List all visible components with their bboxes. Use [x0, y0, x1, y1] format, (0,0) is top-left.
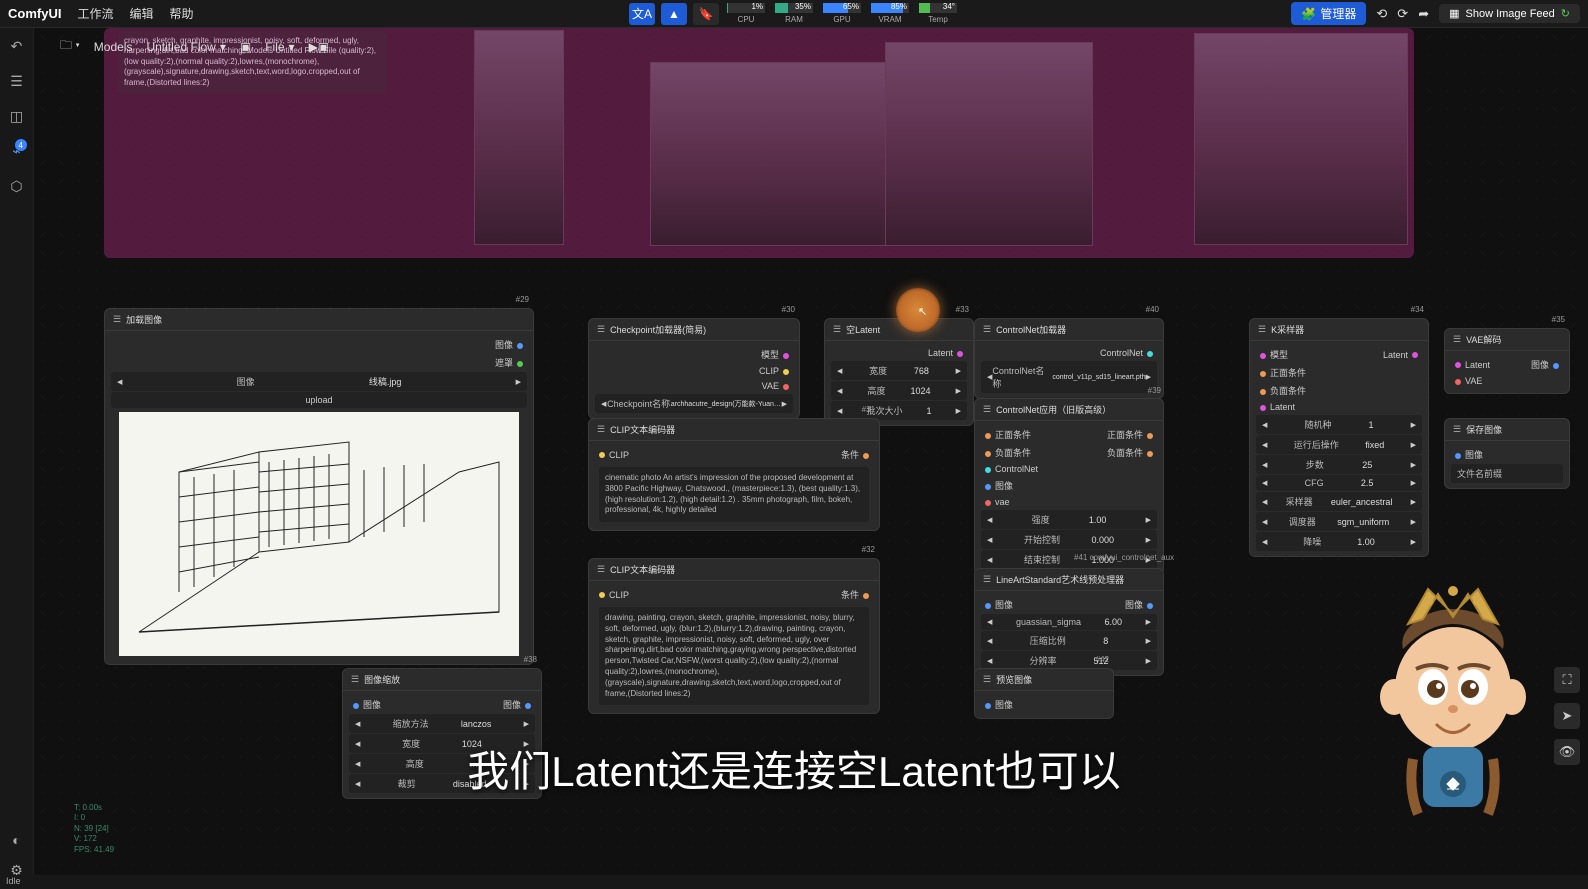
fullscreen-button[interactable]: ⛶	[1554, 667, 1580, 693]
list-icon[interactable]: ☰	[10, 73, 23, 90]
sigma-input[interactable]: ◀guassian_sigma6.00▶	[981, 614, 1157, 630]
app-brand: ComfyUI	[8, 6, 61, 21]
gpu-stat: 65% GPU	[821, 3, 863, 24]
prefix-input[interactable]: 文件名前缀	[1451, 464, 1563, 483]
run-button[interactable]: ▶▣	[309, 40, 330, 54]
node-vae-decode[interactable]: #35 ☰VAE解码 Latent图像 VAE	[1444, 328, 1570, 394]
node-load-image[interactable]: #29 ☰加载图像 图像 遮罩 ◀图像线稿.jpg▶ upload	[104, 308, 534, 665]
nodes-icon[interactable]: ⬡	[10, 178, 22, 195]
flow-name[interactable]: Untitled Flow ▾	[146, 40, 225, 54]
thumb-2[interactable]	[650, 62, 900, 246]
start-input[interactable]: ◀开始控制0.000▶	[981, 530, 1157, 549]
checkpoint-select[interactable]: ◀Checkpoint名称archhacutre_design(万能款-Yuan…	[595, 394, 793, 413]
node-lineart-preprocessor[interactable]: ☰LineArtStandard艺术线预处理器 图像图像 ◀guassian_s…	[974, 568, 1164, 676]
node-tag: #39	[1148, 386, 1161, 395]
manager-button[interactable]: 🧩 管理器	[1291, 2, 1366, 25]
upload-button[interactable]: upload	[111, 392, 527, 408]
vram-stat: 85% VRAM	[869, 3, 911, 24]
menu-edit[interactable]: 编辑	[129, 5, 153, 22]
undo-icon[interactable]: ↶	[11, 38, 23, 55]
theme-icon[interactable]: ◐	[12, 832, 20, 848]
strength-input[interactable]: ◀强度1.00▶	[981, 510, 1157, 529]
node-clip-positive[interactable]: #31 ☰CLIP文本编码器 CLIP条件 cinematic photo An…	[588, 418, 880, 531]
node-tag: #32	[862, 545, 875, 554]
sampler-select[interactable]: ◀采样器euler_ancestral▶	[1256, 492, 1422, 511]
top-group: crayon, sketch, graphite, impressionist,…	[104, 28, 1414, 258]
node-tag: #34	[1411, 305, 1424, 314]
node-tag: #40	[1146, 305, 1159, 314]
image-feed-button[interactable]: ▦ Show Image Feed ↻	[1439, 4, 1580, 23]
cpu-stat: 1% CPU	[725, 3, 767, 24]
thumb-4[interactable]	[1194, 33, 1408, 245]
controlnet-select[interactable]: ◀ControlNet名称control_v11p_sd15_lineart.p…	[981, 361, 1157, 393]
seed-input[interactable]: ◀随机种1▶	[1256, 415, 1422, 434]
left-rail: ↶ ☰ ◫ ⌁4 ⬡ ◐ ⚙	[0, 28, 34, 889]
thumb-1[interactable]	[474, 30, 564, 245]
box-icon[interactable]: ◫	[10, 108, 23, 125]
scheduler-select[interactable]: ◀调度器sgm_uniform▶	[1256, 512, 1422, 531]
menu-workflow[interactable]: 工作流	[77, 5, 113, 22]
node-tag: #31	[862, 405, 875, 414]
node-tag: #35	[1552, 315, 1565, 324]
node-tag: #42	[1096, 655, 1109, 664]
node-tag: #33	[956, 305, 969, 314]
folder-button[interactable]: 🗀 ▾	[60, 36, 80, 57]
prompt-textarea[interactable]: cinematic photo An artist's impression o…	[599, 467, 869, 522]
steps-input[interactable]: ◀步数25▶	[1256, 455, 1422, 474]
cfg-input[interactable]: ◀CFG2.5▶	[1256, 475, 1422, 491]
menubar-right: 🧩 管理器 ⟲ ⟳ ➦ ▦ Show Image Feed ↻	[1291, 2, 1580, 25]
sketch-preview	[119, 412, 519, 656]
node-preview-image[interactable]: #42 ☰预览图像 图像	[974, 668, 1114, 719]
visibility-button[interactable]: 👁	[1554, 739, 1580, 765]
temp-stat: 34° Temp	[917, 3, 959, 24]
models-button[interactable]: Models	[94, 40, 133, 54]
reset-view-icon[interactable]: ⟲	[1376, 6, 1387, 22]
workflow-icon[interactable]: ⌁4	[12, 143, 20, 160]
puzzle-icon: 🧩	[1301, 7, 1316, 21]
status-text: Idle	[6, 876, 21, 886]
node-clip-negative[interactable]: #32 ☰CLIP文本编码器 CLIP条件 drawing, painting,…	[588, 558, 880, 714]
mascot-avatar	[1358, 569, 1548, 829]
width-input[interactable]: ◀宽度768▶	[831, 361, 967, 380]
node-tag: #29	[516, 295, 529, 304]
control-after-input[interactable]: ◀运行后操作fixed▶	[1256, 435, 1422, 454]
node-tag: #38	[524, 655, 537, 664]
locate-button[interactable]: ➤	[1554, 703, 1580, 729]
compress-input[interactable]: ◀压缩比例8▶	[981, 631, 1157, 650]
sub-toolbar: 🗀 ▾ Models Untitled Flow ▾ ▣ File ▾ ▶▣	[60, 36, 329, 57]
node-empty-latent[interactable]: #33 ☰空Latent Latent ◀宽度768▶ ◀高度1024▶ ◀批次…	[824, 318, 974, 426]
grid-icon: ▦	[1449, 7, 1459, 20]
node-checkpoint-loader[interactable]: #30 ☰Checkpoint加载器(简易) 模型 CLIP VAE ◀Chec…	[588, 318, 800, 419]
status-bar: Idle	[0, 875, 1588, 889]
fit-view-icon[interactable]: ⟳	[1397, 6, 1408, 22]
bookmark-button[interactable]: 🔖	[693, 3, 719, 25]
cursor-icon: ↖	[918, 305, 927, 318]
refresh-icon: ↻	[1561, 7, 1570, 20]
node-controlnet-apply[interactable]: #39 ☰ControlNet应用（旧版高级） 正面条件正面条件 负面条件负面条…	[974, 398, 1164, 575]
video-subtitle: 我们Latent还是连接空Latent也可以	[467, 738, 1121, 799]
denoise-input[interactable]: ◀降噪1.00▶	[1256, 532, 1422, 551]
negative-prompt-textarea[interactable]: drawing, painting, crayon, sketch, graph…	[599, 607, 869, 705]
aux-label: #41 comfyui_controlnet_aux	[1074, 553, 1174, 562]
share-icon[interactable]: ➦	[1418, 6, 1429, 22]
file-menu[interactable]: File ▾	[265, 40, 294, 54]
hamburger-icon[interactable]: ☰	[113, 314, 121, 325]
canvas-float-buttons: ⛶ ➤ 👁	[1554, 667, 1580, 765]
thumb-3[interactable]	[885, 42, 1093, 246]
node-tag: #30	[782, 305, 795, 314]
height-input[interactable]: ◀高度1024▶	[831, 381, 967, 400]
top-menubar: ComfyUI 工作流 编辑 帮助 文A ▲ 🔖 1% CPU 35% RAM …	[0, 0, 1588, 28]
menu-help[interactable]: 帮助	[169, 5, 193, 22]
menubar-center: 文A ▲ 🔖 1% CPU 35% RAM 65% GPU 85% VRAM 3…	[629, 3, 959, 25]
save-flow-icon[interactable]: ▣	[240, 40, 251, 54]
perf-stats: T: 0.00s I: 0 N: 39 [24] V: 172 FPS: 41.…	[74, 803, 114, 855]
method-select[interactable]: ◀缩放方法lanczos▶	[349, 714, 535, 733]
node-save-image[interactable]: ☰保存图像 图像 文件名前缀	[1444, 418, 1570, 489]
tool-button-a[interactable]: ▲	[661, 3, 687, 25]
translate-button[interactable]: 文A	[629, 3, 655, 25]
node-controlnet-loader[interactable]: #40 ☰ControlNet加载器 ControlNet ◀ControlNe…	[974, 318, 1164, 399]
ram-stat: 35% RAM	[773, 3, 815, 24]
file-select[interactable]: ◀图像线稿.jpg▶	[111, 372, 527, 391]
node-ksampler[interactable]: #34 ☰K采样器 模型Latent 正面条件 负面条件 Latent ◀随机种…	[1249, 318, 1429, 557]
